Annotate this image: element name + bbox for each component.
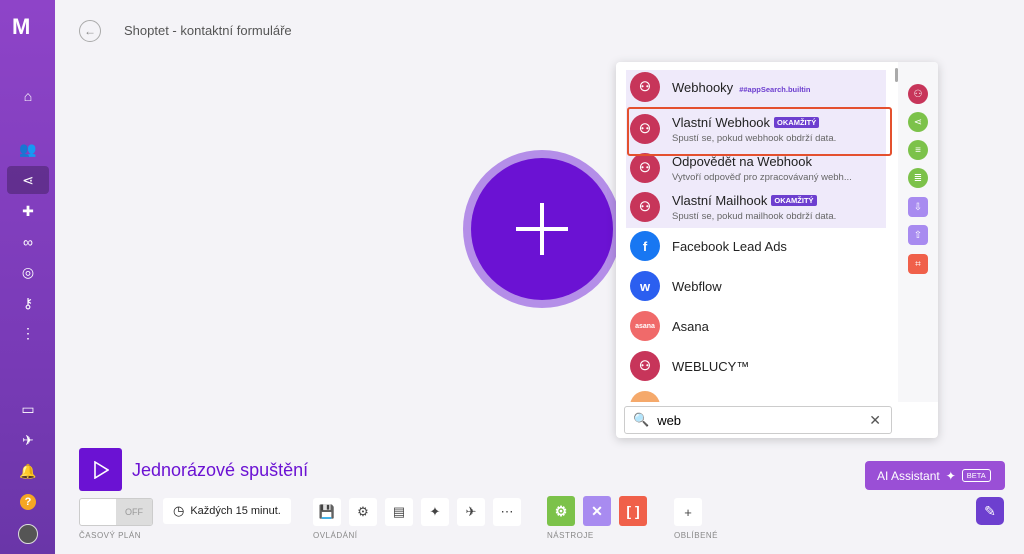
controls-label: OVLÁDÁNÍ <box>313 531 358 540</box>
flow-control-button[interactable]: ✕ <box>583 496 611 526</box>
list-item[interactable] <box>626 387 896 402</box>
add-module-button[interactable] <box>471 158 613 300</box>
back-button[interactable]: ← <box>79 20 101 42</box>
tools-gear-button[interactable]: ⚙ <box>547 496 575 526</box>
selection-highlight <box>627 107 892 156</box>
save-button[interactable]: 💾 <box>313 498 341 526</box>
search-input[interactable] <box>655 411 870 429</box>
users-icon[interactable]: 👥 <box>12 135 44 163</box>
home-icon[interactable]: ⌂ <box>12 82 44 110</box>
asana-icon: asana <box>630 311 660 341</box>
ai-assistant-button[interactable]: AI Assistant ✦ BETA <box>865 461 1005 490</box>
tools-label: NÁSTROJE <box>547 531 594 540</box>
play-icon <box>93 460 109 479</box>
webhook-icon: ⚇ <box>630 192 660 222</box>
puzzle-icon[interactable]: ✚ <box>12 197 44 225</box>
instant-badge: OKAMŽITÝ <box>771 194 817 206</box>
search-icon: 🔍 <box>633 412 650 427</box>
scenario-title: Shoptet - kontaktní formuláře <box>124 23 292 38</box>
settings-button[interactable]: ⚙ <box>349 498 377 526</box>
list-item[interactable]: asana Asana <box>626 307 896 345</box>
facebook-icon: f <box>630 231 660 261</box>
avatar[interactable] <box>12 520 44 548</box>
more-button[interactable]: ⋯ <box>493 498 521 526</box>
scenarios-icon[interactable]: ⋖ <box>7 166 49 194</box>
clear-icon[interactable]: ✕ <box>869 412 881 429</box>
magic-wand-button[interactable]: ✦ <box>421 498 449 526</box>
flow-button[interactable]: ✈ <box>457 498 485 526</box>
run-once-button[interactable] <box>79 448 122 491</box>
category-rail: ⚇ ⋖ ≡ ≣ ⇩ ⇧ ⌗ <box>898 62 938 402</box>
bell-icon[interactable]: 🔔 <box>12 457 44 485</box>
list-item[interactable]: ⚇ Vlastní Mailhook OKAMŽITÝ Spustí se, po… <box>626 188 896 226</box>
key-icon[interactable]: ⚷ <box>12 289 44 317</box>
webhook-icon: ⚇ <box>630 72 660 102</box>
make-logo[interactable]: M <box>12 14 44 39</box>
module-picker: ⚇ Webhooky ##appSearch.builtin ⚇ Vlastní … <box>616 62 938 438</box>
globe-icon[interactable]: ◎ <box>12 258 44 286</box>
clock-icon: ◷ <box>173 503 185 518</box>
schedule-toggle[interactable]: OFF <box>79 498 153 526</box>
list-item[interactable]: ⚇ WEBLUCY™ <box>626 347 896 385</box>
list-item[interactable]: w Webflow <box>626 267 896 305</box>
iterator-icon[interactable]: ≡ <box>908 140 928 160</box>
app-icon <box>630 391 660 402</box>
link-icon[interactable]: ∞ <box>12 228 44 256</box>
webflow-icon: w <box>630 271 660 301</box>
export-icon[interactable]: ⇧ <box>908 225 928 245</box>
beta-badge: BETA <box>961 469 991 482</box>
book-icon[interactable]: ▭ <box>12 395 44 423</box>
more-icon[interactable]: ⋮ <box>12 319 44 347</box>
module-search: 🔍 ✕ <box>624 406 892 434</box>
webhook-icon: ⚇ <box>630 153 660 183</box>
text-parser-icon[interactable]: ⌗ <box>908 254 928 274</box>
run-once-label[interactable]: Jednorázové spuštění <box>132 460 308 481</box>
schedule-button[interactable]: ◷ Každých 15 minut. <box>163 498 291 524</box>
import-icon[interactable]: ⇩ <box>908 197 928 217</box>
schedule-label: ČASOVÝ PLÁN <box>79 531 141 540</box>
add-favorite-button[interactable]: + <box>674 498 702 526</box>
text-parser-button[interactable]: [ ] <box>619 496 647 526</box>
chat-icon[interactable]: ✎ <box>976 497 1004 525</box>
sidebar: M ⌂ 👥 ⋖ ✚ ∞ ◎ ⚷ ⋮ ▭ ✈ 🔔 ? <box>0 0 55 554</box>
list-item[interactable]: ⚇ Webhooky ##appSearch.builtin <box>626 68 896 106</box>
help-icon[interactable]: ? <box>12 488 44 516</box>
favorites-label: OBLÍBENÉ <box>674 531 719 540</box>
list-item[interactable]: f Facebook Lead Ads <box>626 227 896 265</box>
notes-button[interactable]: ▤ <box>385 498 413 526</box>
weblucy-icon: ⚇ <box>630 351 660 381</box>
module-list: ⚇ Webhooky ##appSearch.builtin ⚇ Vlastní … <box>616 62 898 402</box>
rocket-icon[interactable]: ✈ <box>12 426 44 454</box>
aggregator-icon[interactable]: ≣ <box>908 168 928 188</box>
sparkle-icon: ✦ <box>945 468 956 483</box>
plus-icon <box>516 203 568 255</box>
webhook-category-icon[interactable]: ⚇ <box>908 84 928 104</box>
router-icon[interactable]: ⋖ <box>908 112 928 132</box>
